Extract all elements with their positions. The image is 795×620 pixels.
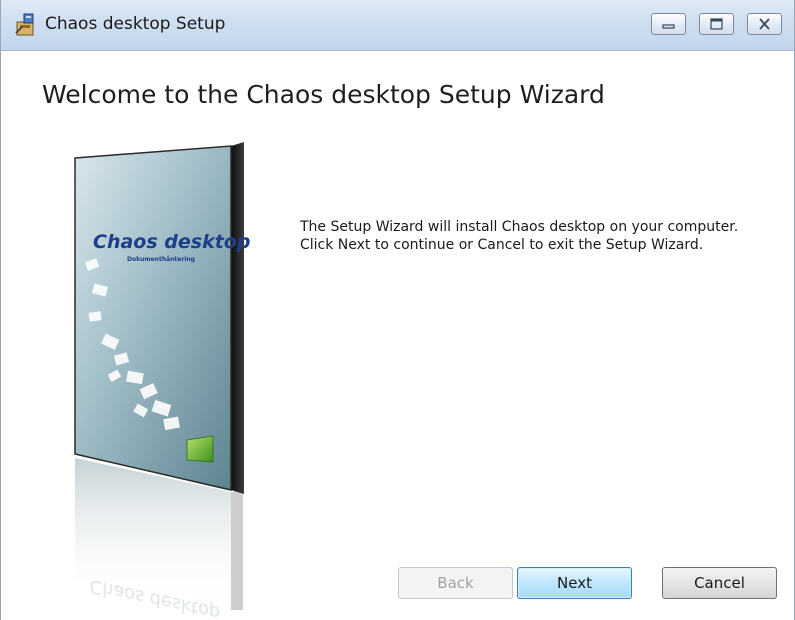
product-logo: Chaos desktop	[93, 231, 250, 253]
close-button[interactable]	[747, 13, 782, 35]
product-box-image: Chaos desktop Chaos desktop Dokumenthånt…	[74, 142, 250, 620]
product-tagline: Dokumenthåntering	[127, 256, 195, 263]
page-title: Welcome to the Chaos desktop Setup Wizar…	[42, 80, 605, 109]
maximize-button[interactable]	[699, 13, 734, 35]
title-bar[interactable]: Chaos desktop Setup	[1, 0, 794, 51]
back-button[interactable]: Back	[398, 567, 513, 599]
installer-icon	[15, 13, 34, 36]
close-icon	[759, 18, 770, 30]
cancel-button[interactable]: Cancel	[662, 567, 777, 599]
setup-window: Chaos desktop Setup Welcome to the Chaos…	[0, 0, 795, 620]
minimize-button[interactable]	[651, 13, 686, 35]
window-title: Chaos desktop Setup	[45, 14, 226, 34]
wizard-description: The Setup Wizard will install Chaos desk…	[300, 219, 739, 253]
maximize-icon	[710, 18, 723, 30]
next-button[interactable]: Next	[517, 567, 632, 599]
minimize-icon	[662, 24, 675, 29]
